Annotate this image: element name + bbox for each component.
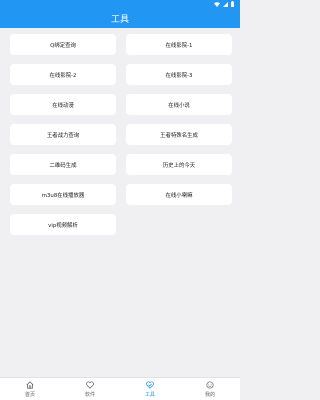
nav-item-label: 我的 [204, 391, 215, 398]
nav-item-home[interactable]: 首页 [0, 378, 60, 400]
battery-icon [231, 1, 234, 7]
nav-item-label: 工具 [144, 391, 155, 398]
heart-shield-icon [146, 380, 154, 391]
nav-item-tools[interactable]: 工具 [120, 378, 180, 400]
signal-icon [223, 1, 228, 7]
tool-button-online-anime[interactable]: 在线动漫 [10, 94, 116, 115]
tools-grid: Q绑定查询 在线影院-1 在线影院-2 在线影院-3 在线动漫 在线小说 王者战… [10, 34, 232, 235]
home-icon [26, 380, 34, 391]
nav-item-label: 首页 [24, 391, 35, 398]
tool-button-m3u8-player[interactable]: m3u8在线播放器 [10, 184, 116, 205]
tool-button-online-novel[interactable]: 在线小说 [126, 94, 232, 115]
tool-button-online-cinema-2[interactable]: 在线影院-2 [10, 64, 116, 85]
tool-button-today-in-history[interactable]: 历史上的今天 [126, 154, 232, 175]
status-icons [214, 0, 234, 8]
nav-item-label: 软件 [84, 391, 95, 398]
status-bar [0, 0, 240, 8]
tool-button-online-cinema-3[interactable]: 在线影院-3 [126, 64, 232, 85]
tool-button-kings-power-query[interactable]: 王者战力查询 [10, 124, 116, 145]
nav-item-mine[interactable]: 我的 [180, 378, 240, 400]
wifi-icon [214, 1, 220, 7]
tool-button-vip-video-parse[interactable]: vip视频解析 [10, 214, 116, 235]
tool-button-qr-generator[interactable]: 二维码生成 [10, 154, 116, 175]
smiley-icon [206, 380, 214, 391]
heart-icon [86, 380, 94, 391]
page-title: 工具 [110, 14, 129, 25]
tool-button-q-binding-query[interactable]: Q绑定查询 [10, 34, 116, 55]
app-bar: 工具 [0, 8, 240, 28]
tool-button-kings-special-name[interactable]: 王者特殊名生成 [126, 124, 232, 145]
bottom-nav: 首页 软件 工具 我的 [0, 377, 240, 400]
tool-button-online-cinema-1[interactable]: 在线影院-1 [126, 34, 232, 55]
nav-item-software[interactable]: 软件 [60, 378, 120, 400]
tool-button-online-lama[interactable]: 在线小喇嘛 [126, 184, 232, 205]
